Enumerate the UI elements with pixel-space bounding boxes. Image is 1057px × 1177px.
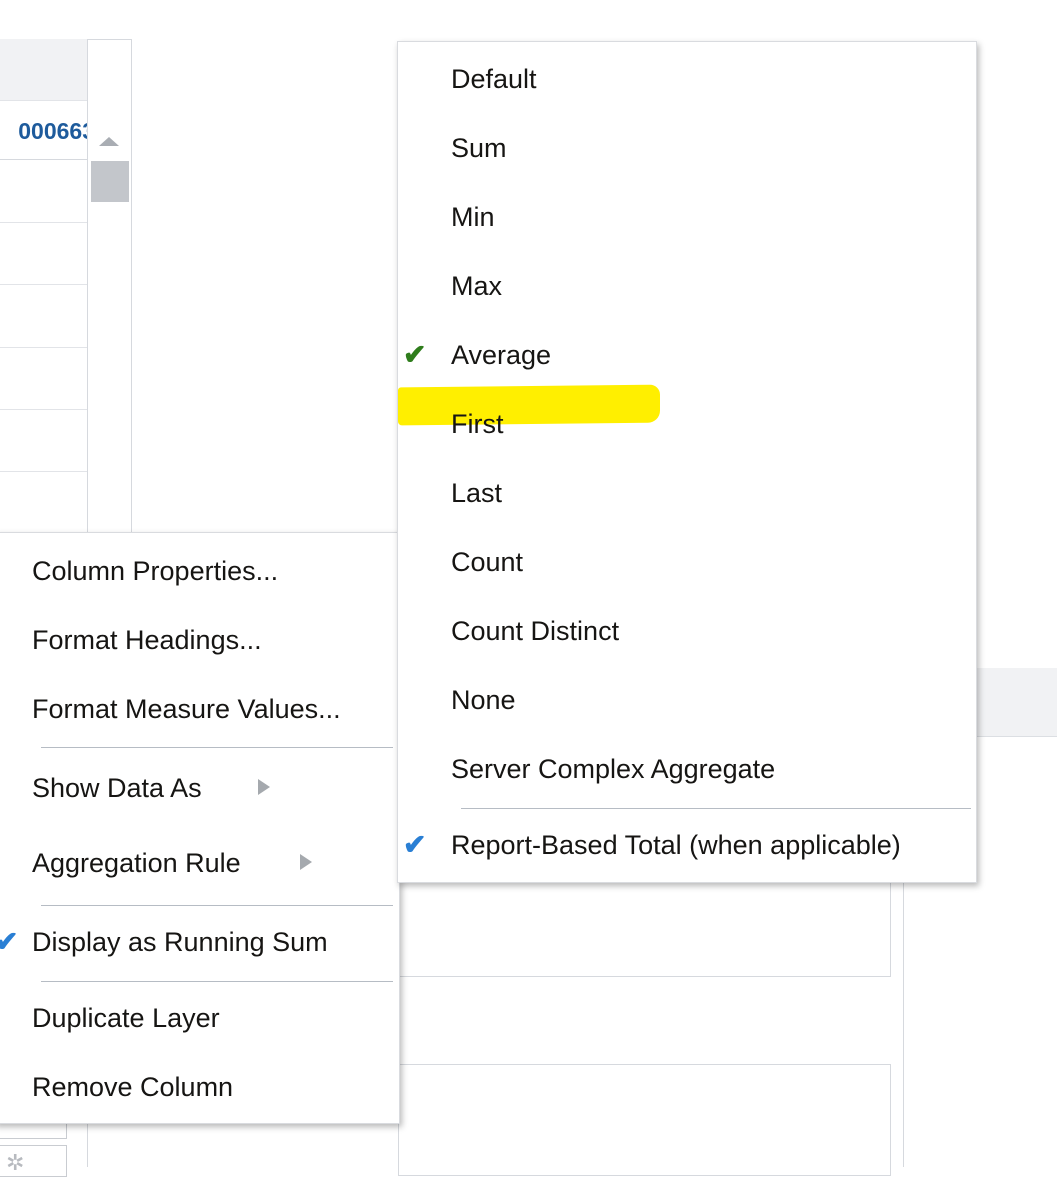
highlight-marker bbox=[398, 384, 660, 426]
menu-item-label: Default bbox=[451, 64, 537, 94]
menu-separator bbox=[41, 905, 393, 906]
menu-item-label: Min bbox=[451, 202, 495, 232]
background-panel bbox=[398, 1064, 891, 1176]
menu-item-label: Format Measure Values... bbox=[32, 694, 341, 724]
menu-item-label: Format Headings... bbox=[32, 625, 262, 655]
menu-item-label: None bbox=[451, 685, 516, 715]
check-mark-icon: ✔ bbox=[0, 926, 19, 957]
menu-separator bbox=[41, 981, 393, 982]
background-panel-header bbox=[975, 668, 1057, 737]
menu-item-label: Sum bbox=[451, 133, 507, 163]
menu-item-label: Count bbox=[451, 547, 524, 577]
menu-separator bbox=[461, 808, 971, 809]
table-row bbox=[0, 347, 87, 348]
table-row bbox=[0, 471, 87, 472]
table-border bbox=[87, 39, 132, 40]
table-row bbox=[0, 222, 87, 223]
gear-icon[interactable]: ✲ bbox=[6, 1152, 24, 1174]
menu-item-label: Column Properties... bbox=[32, 556, 279, 586]
check-mark-icon: ✔ bbox=[403, 339, 427, 370]
chevron-right-icon bbox=[258, 779, 270, 795]
scroll-up-arrow-icon[interactable] bbox=[99, 137, 119, 146]
scrollbar-thumb[interactable] bbox=[91, 161, 129, 202]
chevron-right-icon bbox=[300, 854, 312, 870]
menu-item-label: Last bbox=[451, 478, 503, 508]
menu-item-label: Remove Column bbox=[32, 1072, 234, 1102]
vertical-scrollbar[interactable] bbox=[88, 122, 132, 552]
menu-item-label: Max bbox=[451, 271, 503, 301]
background-panel bbox=[398, 880, 891, 977]
menu-item-label: Average bbox=[451, 340, 552, 370]
menu-item-label: Show Data As bbox=[32, 773, 202, 803]
menu-item-label: Aggregation Rule bbox=[32, 848, 241, 878]
table-header-row bbox=[0, 39, 87, 101]
check-mark-icon: ✔ bbox=[403, 829, 427, 860]
table-row bbox=[0, 409, 87, 410]
panel-divider bbox=[903, 880, 904, 1167]
menu-item-label: Report-Based Total (when applicable) bbox=[451, 830, 901, 860]
menu-item-label: Display as Running Sum bbox=[32, 927, 328, 957]
menu-separator bbox=[41, 747, 393, 748]
column-context-menu: Column Properties... Format Headings... … bbox=[0, 532, 400, 1124]
table-row bbox=[0, 284, 87, 285]
table-id-cell[interactable]: 000663 bbox=[18, 118, 87, 145]
menu-item-label: Count Distinct bbox=[451, 616, 620, 646]
menu-item-label: First bbox=[451, 409, 504, 439]
menu-item-label: Duplicate Layer bbox=[32, 1003, 220, 1033]
aggregation-rule-submenu: Default Sum Min Max ✔ Average First Last… bbox=[397, 41, 977, 883]
table-id-row: 000663 bbox=[0, 101, 87, 160]
menu-item-label: Server Complex Aggregate bbox=[451, 754, 776, 784]
